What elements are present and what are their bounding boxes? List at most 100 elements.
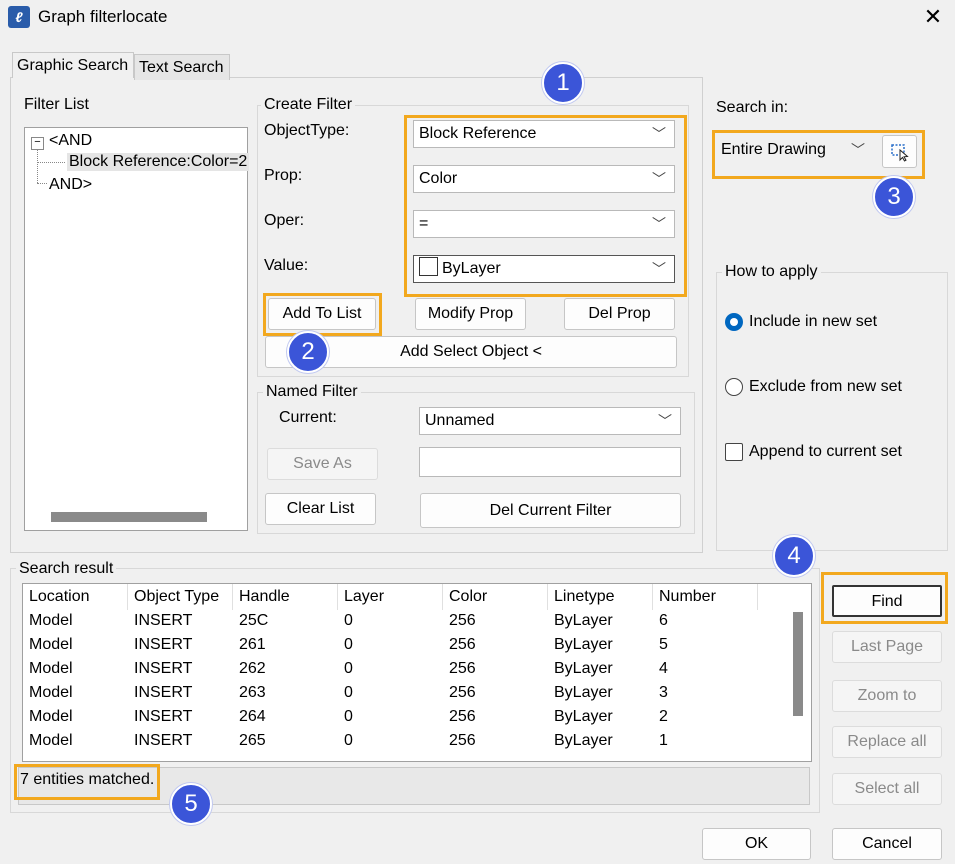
table-cell: 0 — [344, 708, 353, 725]
tree-line — [37, 162, 65, 164]
table-cell: Model — [29, 612, 73, 629]
table-cell: 0 — [344, 612, 353, 629]
filter-name-input[interactable] — [419, 447, 681, 477]
search-in-value: Entire Drawing — [721, 141, 826, 158]
add-to-list-button[interactable]: Add To List — [268, 298, 376, 330]
column-header[interactable]: Layer — [338, 584, 443, 610]
chevron-down-icon: ﹀ — [652, 261, 666, 277]
table-cell: 2 — [659, 708, 668, 725]
table-cell: 5 — [659, 636, 668, 653]
table-row[interactable]: Model INSERT 264 0 256 ByLayer 2 — [23, 708, 783, 732]
filter-list-label: Filter List — [24, 96, 89, 113]
exclude-radio[interactable] — [725, 378, 743, 396]
table-cell: Model — [29, 684, 73, 701]
table-cell: 256 — [449, 708, 476, 725]
column-header[interactable]: Color — [443, 584, 548, 610]
value-select[interactable]: ByLayer ﹀ — [413, 255, 675, 283]
table-cell: 4 — [659, 660, 668, 677]
column-header[interactable]: Number — [653, 584, 758, 610]
table-cell: 6 — [659, 612, 668, 629]
current-label: Current: — [279, 409, 337, 426]
clear-list-button[interactable]: Clear List — [265, 493, 376, 525]
include-label[interactable]: Include in new set — [749, 313, 877, 331]
last-page-button[interactable]: Last Page — [832, 631, 942, 663]
table-cell: 0 — [344, 636, 353, 653]
find-button[interactable]: Find — [832, 585, 942, 617]
table-cell: 256 — [449, 684, 476, 701]
column-header[interactable]: Object Type — [128, 584, 233, 610]
table-row[interactable]: Model INSERT 265 0 256 ByLayer 1 — [23, 732, 783, 756]
table-cell: ByLayer — [554, 660, 613, 677]
status-text: 7 entities matched. — [20, 771, 155, 788]
close-icon[interactable]: ✕ — [920, 4, 946, 30]
oper-select[interactable]: = ﹀ — [413, 210, 675, 238]
table-cell: 261 — [239, 636, 266, 653]
table-cell: ByLayer — [554, 636, 613, 653]
replace-all-button[interactable]: Replace all — [832, 726, 942, 758]
table-cell: INSERT — [134, 636, 193, 653]
table-cell: INSERT — [134, 684, 193, 701]
tree-item[interactable]: Block Reference:Color=2 — [67, 153, 250, 171]
table-cell: ByLayer — [554, 612, 613, 629]
tree-line — [37, 183, 47, 185]
save-as-button[interactable]: Save As — [267, 448, 378, 480]
table-row[interactable]: Model INSERT 262 0 256 ByLayer 4 — [23, 660, 783, 684]
chevron-down-icon: ﹀ — [658, 413, 672, 429]
table-cell: 3 — [659, 684, 668, 701]
vertical-scrollbar-thumb[interactable] — [793, 612, 803, 716]
search-in-select[interactable]: Entire Drawing ﹀ — [716, 137, 873, 165]
table-row[interactable]: Model INSERT 25C 0 256 ByLayer 6 — [23, 612, 783, 636]
zoom-to-button[interactable]: Zoom to — [832, 680, 942, 712]
table-row[interactable]: Model INSERT 263 0 256 ByLayer 3 — [23, 684, 783, 708]
horizontal-scrollbar-thumb[interactable] — [51, 512, 207, 522]
table-cell: 265 — [239, 732, 266, 749]
tree-line — [37, 150, 39, 183]
table-cell: 25C — [239, 612, 269, 629]
prop-select[interactable]: Color ﹀ — [413, 165, 675, 193]
collapse-icon[interactable]: − — [31, 137, 44, 150]
table-cell: 262 — [239, 660, 266, 677]
chevron-down-icon: ﹀ — [652, 126, 666, 142]
select-objects-button[interactable] — [882, 135, 917, 168]
column-header[interactable]: Linetype — [548, 584, 653, 610]
value-text: ByLayer — [442, 260, 501, 277]
modify-prop-button[interactable]: Modify Prop — [415, 298, 526, 330]
include-radio[interactable] — [725, 313, 743, 331]
table-cell: 263 — [239, 684, 266, 701]
table-cell: INSERT — [134, 732, 193, 749]
tab-graphic-search[interactable]: Graphic Search — [12, 52, 134, 78]
table-cell: INSERT — [134, 612, 193, 629]
append-checkbox[interactable] — [725, 443, 743, 461]
cancel-button[interactable]: Cancel — [832, 828, 942, 860]
oper-label: Oper: — [264, 212, 305, 229]
del-prop-button[interactable]: Del Prop — [564, 298, 675, 330]
current-filter-select[interactable]: Unnamed ﹀ — [419, 407, 681, 435]
ok-button[interactable]: OK — [702, 828, 811, 860]
del-current-filter-button[interactable]: Del Current Filter — [420, 493, 681, 528]
exclude-label[interactable]: Exclude from new set — [749, 378, 902, 396]
table-cell: ByLayer — [554, 684, 613, 701]
table-cell: ByLayer — [554, 708, 613, 725]
column-header[interactable]: Location — [23, 584, 128, 610]
tab-text-search[interactable]: Text Search — [134, 54, 230, 80]
table-header: Location Object Type Handle Layer Color … — [23, 584, 783, 610]
results-table[interactable]: Location Object Type Handle Layer Color … — [22, 583, 812, 762]
app-icon: ℓ — [8, 6, 30, 28]
table-cell: Model — [29, 660, 73, 677]
prop-label: Prop: — [264, 167, 303, 184]
select-all-button[interactable]: Select all — [832, 773, 942, 805]
callout-badge: 1 — [542, 62, 584, 104]
table-cell: INSERT — [134, 708, 193, 725]
column-header[interactable]: Handle — [233, 584, 338, 610]
tree-item[interactable]: <AND — [49, 132, 92, 150]
table-row[interactable]: Model INSERT 261 0 256 ByLayer 5 — [23, 636, 783, 660]
radio-dot — [730, 318, 738, 326]
tree-item[interactable]: AND> — [49, 176, 92, 194]
search-result-label: Search result — [16, 560, 117, 578]
objecttype-select[interactable]: Block Reference ﹀ — [413, 120, 675, 148]
filter-list-tree[interactable]: − <AND Block Reference:Color=2 AND> — [24, 127, 250, 531]
table-cell: 0 — [344, 660, 353, 677]
chevron-down-icon: ﹀ — [652, 171, 666, 187]
append-label[interactable]: Append to current set — [749, 443, 902, 461]
objecttype-value: Block Reference — [419, 125, 537, 142]
